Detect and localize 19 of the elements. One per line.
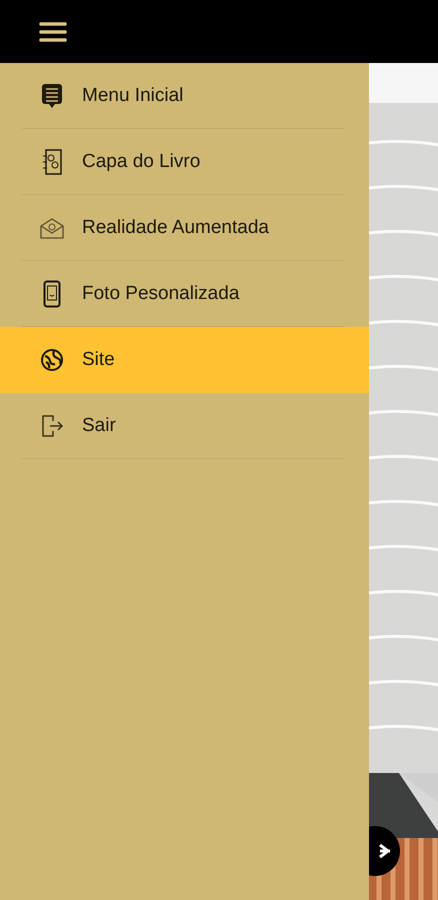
drawer-item[interactable]: Realidade Aumentada [0, 195, 369, 261]
item-label: Menu Inicial [82, 85, 184, 107]
drawer-item[interactable]: Site [0, 327, 369, 393]
item-label: Capa do Livro [82, 151, 200, 173]
arrow-icon [378, 841, 392, 861]
drawer-item[interactable]: Menu Inicial [0, 63, 369, 129]
drawer-item[interactable]: Sair [0, 393, 369, 459]
drawer-item[interactable]: Foto Pesonalizada [0, 261, 369, 327]
envelope-icon [39, 216, 65, 240]
item-label: Site [82, 349, 115, 371]
phone-icon [43, 280, 61, 308]
book-icon [41, 148, 63, 176]
item-label: Sair [82, 415, 116, 437]
item-label: Realidade Aumentada [82, 217, 269, 239]
list-icon [40, 82, 64, 110]
item-label: Foto Pesonalizada [82, 283, 240, 305]
drawer-item[interactable]: Capa do Livro [0, 129, 369, 195]
exit-icon [40, 413, 64, 439]
globe-icon [40, 348, 64, 372]
